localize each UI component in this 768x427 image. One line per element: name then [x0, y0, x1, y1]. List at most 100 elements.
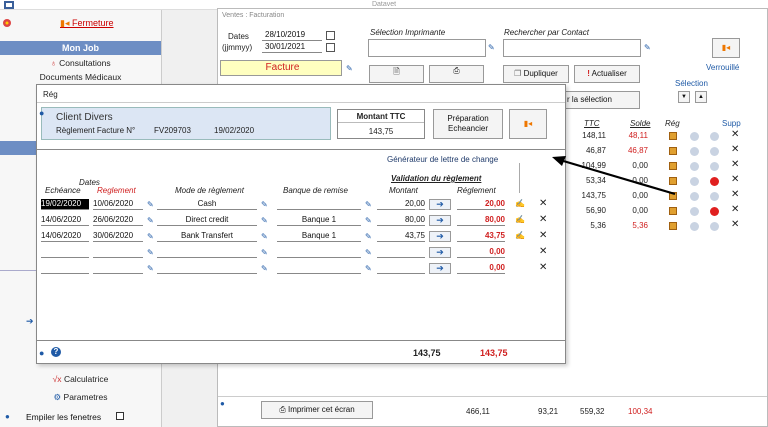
montant-input[interactable] [377, 263, 425, 274]
pencil-icon[interactable]: ✎ [365, 200, 372, 209]
selection-dot[interactable] [690, 177, 699, 186]
sidebar-item-calculatrice[interactable]: √x Calculatrice [0, 374, 161, 384]
echeance-input[interactable]: 14/06/2020 [41, 231, 89, 242]
montant-input[interactable]: 20,00 [377, 199, 425, 210]
print-screen-button[interactable]: ⎙ Imprimer cet écran [261, 401, 373, 419]
calendar-icon[interactable] [326, 31, 335, 40]
montant-input[interactable]: 43,75 [377, 231, 425, 242]
print-preview-button[interactable]: 🗎 [369, 65, 424, 83]
reglement-date-input[interactable]: 30/06/2020 [93, 231, 143, 242]
selection-dot[interactable] [690, 207, 699, 216]
echeance-input[interactable] [41, 263, 89, 274]
imprimante-select[interactable] [368, 39, 486, 57]
pencil-icon[interactable]: ✎ [488, 43, 495, 52]
reglement-date-input[interactable]: 10/06/2020 [93, 199, 143, 210]
lock-dot[interactable] [710, 162, 719, 171]
letter-generator-icon[interactable]: ✍ [515, 215, 525, 224]
pencil-icon[interactable]: ✎ [346, 64, 353, 73]
dupliquer-button[interactable]: ❐ Dupliquer [503, 65, 569, 83]
banque-input[interactable] [277, 199, 361, 210]
banque-input[interactable] [277, 247, 361, 258]
arrow-right-icon[interactable]: ➔ [26, 316, 34, 327]
selection-button[interactable]: r la sélection [562, 91, 640, 109]
delete-icon[interactable]: ✕ [731, 129, 739, 140]
help-icon[interactable]: ? [51, 347, 61, 357]
echeance-input[interactable]: 14/06/2020 [41, 215, 89, 226]
pencil-icon[interactable]: ✎ [261, 216, 268, 225]
banque-input[interactable] [277, 263, 361, 274]
banque-input[interactable]: Banque 1 [277, 231, 361, 242]
pencil-icon[interactable]: ✎ [261, 248, 268, 257]
transfer-arrow-button[interactable]: ➔ [429, 199, 451, 210]
section-mon-job[interactable]: Mon Job [0, 41, 161, 55]
echeance-input[interactable] [41, 247, 89, 258]
delete-icon[interactable]: ✕ [731, 219, 739, 230]
mode-input[interactable]: Cash [157, 199, 257, 210]
dialog-exit-button[interactable]: ▮◂ [509, 109, 547, 139]
montant-input[interactable]: 80,00 [377, 215, 425, 226]
letter-generator-icon[interactable]: ✍ [515, 199, 525, 208]
selection-dot[interactable] [690, 147, 699, 156]
exit-button[interactable]: ▮◂ [712, 38, 740, 58]
letter-generator-icon[interactable]: ✍ [515, 231, 525, 240]
sidebar-item-parametres[interactable]: ⚙ Parametres [0, 392, 161, 403]
pencil-icon[interactable]: ✎ [147, 248, 154, 257]
delete-icon[interactable]: ✕ [539, 230, 547, 241]
pencil-icon[interactable]: ✎ [147, 216, 154, 225]
delete-icon[interactable]: ✕ [731, 189, 739, 200]
pencil-icon[interactable]: ✎ [261, 264, 268, 273]
pencil-icon[interactable]: ✎ [147, 200, 154, 209]
reglement-date-input[interactable]: 26/06/2020 [93, 215, 143, 226]
mode-input[interactable] [157, 247, 257, 258]
mode-input[interactable]: Bank Transfert [157, 231, 257, 242]
pencil-icon[interactable]: ✎ [365, 264, 372, 273]
delete-icon[interactable]: ✕ [539, 214, 547, 225]
transfer-arrow-button[interactable]: ➔ [429, 231, 451, 242]
preparation-echeancier-button[interactable]: Préparation Echeancier [433, 109, 503, 139]
transfer-arrow-button[interactable]: ➔ [429, 263, 451, 274]
transfer-arrow-button[interactable]: ➔ [429, 215, 451, 226]
date-from-input[interactable]: 28/10/2019 [262, 30, 322, 41]
chat-icon[interactable]: ● [5, 412, 10, 421]
pencil-icon[interactable]: ✎ [261, 200, 268, 209]
pencil-icon[interactable]: ✎ [365, 248, 372, 257]
pencil-icon[interactable]: ✎ [147, 264, 154, 273]
mode-input[interactable] [157, 263, 257, 274]
fermeture-link[interactable]: ▮◂ Fermeture [60, 18, 114, 29]
lock-dot[interactable] [710, 192, 719, 201]
delete-icon[interactable]: ✕ [731, 174, 739, 185]
delete-icon[interactable]: ✕ [731, 144, 739, 155]
pencil-icon[interactable]: ✎ [365, 216, 372, 225]
pencil-icon[interactable]: ✎ [365, 232, 372, 241]
selection-dot[interactable] [690, 222, 699, 231]
calendar-icon[interactable] [326, 43, 335, 52]
reg-row[interactable]: ✎ ✎ ✎ ➔ 0,00 ✕ [37, 246, 565, 260]
sidebar-item-documents[interactable]: Documents Médicaux [0, 72, 161, 82]
chat-icon[interactable]: ● [39, 108, 44, 118]
reglement-date-input[interactable] [93, 247, 143, 258]
reg-row[interactable]: 14/06/2020 26/06/2020 ✎ Direct credit ✎ … [37, 214, 565, 228]
transfer-arrow-button[interactable]: ➔ [429, 247, 451, 258]
echeance-input[interactable]: 19/02/2020 [41, 199, 89, 210]
reglement-date-input[interactable] [93, 263, 143, 274]
empiler-checkbox[interactable] [116, 412, 124, 420]
sidebar-item-consultations[interactable]: ♁ Consultations [0, 58, 161, 68]
pencil-icon[interactable]: ✎ [644, 43, 651, 52]
selection-dot[interactable] [690, 162, 699, 171]
date-to-input[interactable]: 30/01/2021 [262, 42, 322, 53]
pencil-icon[interactable]: ✎ [261, 232, 268, 241]
banque-input[interactable]: Banque 1 [277, 215, 361, 226]
payment-box-icon[interactable] [669, 132, 677, 140]
actualiser-button[interactable]: ! Actualiser [574, 65, 640, 83]
delete-icon[interactable]: ✕ [539, 262, 547, 273]
contact-search-input[interactable] [503, 39, 641, 57]
payment-box-icon[interactable] [669, 222, 677, 230]
delete-icon[interactable]: ✕ [731, 204, 739, 215]
delete-icon[interactable]: ✕ [539, 246, 547, 257]
pencil-icon[interactable]: ✎ [147, 232, 154, 241]
doc-type-field[interactable]: Facture [220, 60, 342, 76]
selection-dot[interactable] [690, 132, 699, 141]
delete-icon[interactable]: ✕ [731, 159, 739, 170]
payment-box-icon[interactable] [669, 207, 677, 215]
reg-row[interactable]: 19/02/2020 10/06/2020 ✎ Cash ✎ ✎ 20,00 ➔… [37, 198, 565, 212]
